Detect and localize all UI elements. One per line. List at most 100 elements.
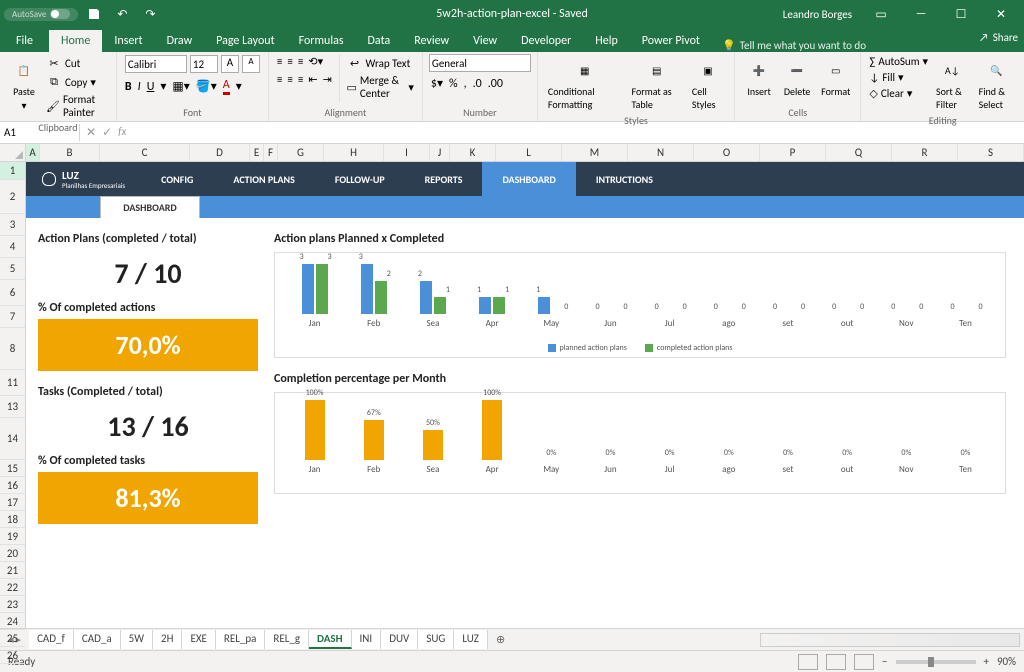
cancel-formula-icon[interactable]: ✕: [86, 125, 96, 140]
row-22[interactable]: 22: [0, 579, 25, 596]
orientation-button[interactable]: ⟲▾: [308, 55, 323, 68]
sheet-tab-INI[interactable]: INI: [352, 630, 382, 649]
tab-developer[interactable]: Developer: [509, 30, 583, 52]
zoom-in-button[interactable]: +: [984, 655, 989, 668]
tab-insert[interactable]: Insert: [102, 30, 154, 52]
row-18[interactable]: 18: [0, 511, 25, 528]
currency-button[interactable]: $▾: [431, 76, 443, 91]
align-center-button[interactable]: ≡: [287, 73, 292, 86]
row-3[interactable]: 3: [0, 214, 25, 236]
redo-icon[interactable]: ↷: [138, 2, 162, 26]
col-A[interactable]: A: [26, 144, 40, 161]
format-cells-button[interactable]: ▭Format: [817, 54, 854, 100]
sheet-tab-DASH[interactable]: DASH: [309, 630, 351, 649]
col-N[interactable]: N: [628, 144, 694, 161]
insert-cells-button[interactable]: ➕Insert: [741, 54, 777, 100]
sheet-tab-CAD_a[interactable]: CAD_a: [74, 630, 121, 649]
cut-button[interactable]: ✂Cut: [44, 54, 110, 72]
row-7[interactable]: 7: [0, 306, 25, 328]
tab-formulas[interactable]: Formulas: [287, 30, 356, 52]
sort-filter-button[interactable]: A↓Sort & Filter: [932, 54, 973, 113]
sheet-tab-CAD_f[interactable]: CAD_f: [29, 630, 74, 649]
format-painter-button[interactable]: 🖌Format Painter: [44, 92, 110, 120]
formula-input[interactable]: [132, 131, 1024, 135]
row-19[interactable]: 19: [0, 528, 25, 545]
indent-right-button[interactable]: ⇥: [323, 73, 332, 86]
autosum-button[interactable]: ∑ AutoSum ▾: [867, 54, 930, 69]
row-15[interactable]: 15: [0, 460, 25, 477]
row-16[interactable]: 16: [0, 477, 25, 494]
tell-me-search[interactable]: 💡 Tell me what you want to do: [722, 39, 866, 52]
find-select-button[interactable]: 🔍Find & Select: [975, 54, 1018, 113]
sheet-tab-2H[interactable]: 2H: [153, 630, 182, 649]
row-14[interactable]: 14: [0, 418, 25, 460]
col-J[interactable]: J: [430, 144, 450, 161]
nav-intructions[interactable]: INTRUCTIONS: [576, 162, 673, 196]
page-layout-view-button[interactable]: [826, 654, 846, 670]
zoom-slider[interactable]: [896, 660, 976, 664]
merge-center-button[interactable]: ▭Merge & Center ▾: [345, 73, 416, 101]
font-name-select[interactable]: [125, 55, 187, 73]
col-B[interactable]: B: [40, 144, 100, 161]
border-button[interactable]: ▦▾: [172, 79, 189, 94]
col-S[interactable]: S: [958, 144, 1024, 161]
sheet-tab-LUZ[interactable]: LUZ: [454, 630, 488, 649]
file-tab[interactable]: File: [0, 30, 49, 52]
tab-data[interactable]: Data: [356, 30, 403, 52]
row-21[interactable]: 21: [0, 562, 25, 579]
font-color-button[interactable]: A: [223, 78, 230, 95]
tab-home[interactable]: Home: [49, 30, 102, 52]
sheet-tab-DUV[interactable]: DUV: [381, 630, 418, 649]
enter-formula-icon[interactable]: ✓: [102, 125, 112, 140]
indent-left-button[interactable]: ⇤: [308, 73, 317, 86]
tab-review[interactable]: Review: [402, 30, 461, 52]
minimize-icon[interactable]: —: [902, 0, 940, 28]
autosave-toggle[interactable]: AutoSave: [4, 8, 78, 21]
clear-button[interactable]: ◇ Clear ▾: [867, 86, 930, 101]
font-size-select[interactable]: [190, 55, 218, 73]
row-11[interactable]: 11: [0, 370, 25, 396]
bold-button[interactable]: B: [125, 80, 132, 94]
fill-color-button[interactable]: 🪣▾: [196, 79, 217, 94]
col-H[interactable]: H: [324, 144, 384, 161]
share-button[interactable]: ↗ Share: [979, 31, 1018, 44]
align-right-button[interactable]: ≡: [298, 73, 303, 86]
sheet-tab-EXE[interactable]: EXE: [182, 630, 215, 649]
maximize-icon[interactable]: ☐: [942, 0, 980, 28]
col-G[interactable]: G: [278, 144, 324, 161]
align-middle-button[interactable]: ≡: [287, 55, 292, 68]
decrease-decimal-button[interactable]: .00: [488, 77, 503, 91]
sheet-tab-5W[interactable]: 5W: [121, 630, 153, 649]
col-E[interactable]: E: [250, 144, 264, 161]
col-R[interactable]: R: [892, 144, 958, 161]
horizontal-scrollbar[interactable]: [760, 633, 1020, 647]
align-bottom-button[interactable]: ≡: [298, 55, 303, 68]
name-box[interactable]: A1: [0, 124, 80, 141]
col-C[interactable]: C: [100, 144, 190, 161]
copy-button[interactable]: ⧉Copy ▾: [44, 73, 110, 91]
dashboard-tab[interactable]: DASHBOARD: [100, 196, 200, 218]
increase-decimal-button[interactable]: .0: [473, 77, 482, 91]
underline-button[interactable]: U: [147, 80, 155, 94]
zoom-out-button[interactable]: −: [882, 655, 887, 668]
close-icon[interactable]: ✕: [982, 0, 1020, 28]
zoom-value[interactable]: 90%: [997, 655, 1016, 668]
tab-view[interactable]: View: [461, 30, 509, 52]
row-17[interactable]: 17: [0, 494, 25, 511]
sheet-area[interactable]: 12345678111314151617181920212223242526 L…: [0, 162, 1024, 628]
align-top-button[interactable]: ≡: [277, 55, 282, 68]
delete-cells-button[interactable]: ➖Delete: [779, 54, 815, 100]
paste-button[interactable]: 📋 Paste▾: [6, 54, 42, 114]
row-25[interactable]: 25: [0, 630, 25, 647]
conditional-formatting-button[interactable]: ▦Conditional Formatting: [544, 54, 626, 113]
fx-icon[interactable]: fx: [118, 125, 126, 140]
number-format-select[interactable]: [429, 54, 531, 72]
save-icon[interactable]: [82, 2, 106, 26]
col-I[interactable]: I: [384, 144, 430, 161]
col-O[interactable]: O: [694, 144, 760, 161]
row-6[interactable]: 6: [0, 280, 25, 306]
nav-dashboard[interactable]: DASHBOARD: [482, 162, 575, 196]
decrease-font-button[interactable]: A: [242, 55, 260, 73]
percent-button[interactable]: %: [449, 77, 458, 91]
nav-follow-up[interactable]: FOLLOW-UP: [315, 162, 405, 196]
